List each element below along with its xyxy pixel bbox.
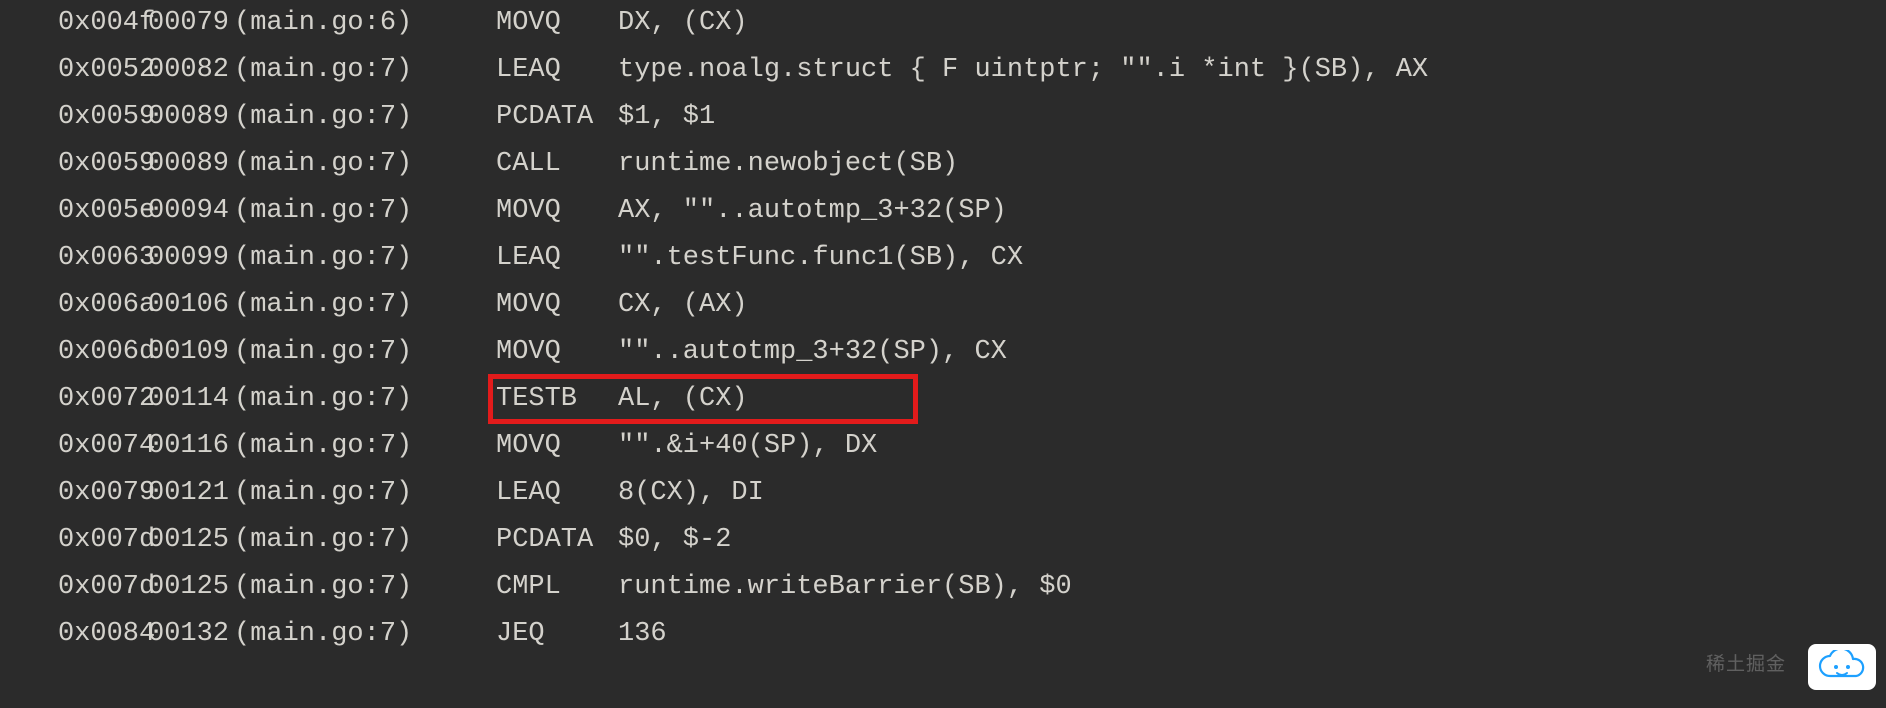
- addr: 0x007d: [58, 517, 148, 564]
- offset: 00121: [148, 470, 234, 517]
- operands: CX, (AX): [618, 282, 748, 329]
- asm-line: 0x008400132(main.go:7)JEQ136: [58, 611, 1886, 658]
- opcode: MOVQ: [496, 0, 618, 47]
- source-ref: (main.go:7): [234, 47, 496, 94]
- offset: 00094: [148, 188, 234, 235]
- source-ref: (main.go:7): [234, 329, 496, 376]
- asm-line: 0x004f00079(main.go:6)MOVQDX, (CX): [58, 0, 1886, 47]
- operands: type.noalg.struct { F uintptr; "".i *int…: [618, 47, 1428, 94]
- source-ref: (main.go:7): [234, 423, 496, 470]
- offset: 00109: [148, 329, 234, 376]
- opcode: MOVQ: [496, 423, 618, 470]
- cloud-icon: [1815, 650, 1869, 684]
- source-ref: (main.go:6): [234, 0, 496, 47]
- opcode: MOVQ: [496, 282, 618, 329]
- opcode: MOVQ: [496, 329, 618, 376]
- operands: DX, (CX): [618, 0, 748, 47]
- opcode: LEAQ: [496, 470, 618, 517]
- operands: runtime.newobject(SB): [618, 141, 958, 188]
- operands: "".testFunc.func1(SB), CX: [618, 235, 1023, 282]
- opcode: LEAQ: [496, 235, 618, 282]
- opcode: CMPL: [496, 564, 618, 611]
- addr: 0x006d: [58, 329, 148, 376]
- asm-line: 0x005900089(main.go:7)CALLruntime.newobj…: [58, 141, 1886, 188]
- asm-line: 0x007d00125(main.go:7)CMPLruntime.writeB…: [58, 564, 1886, 611]
- offset: 00116: [148, 423, 234, 470]
- source-ref: (main.go:7): [234, 188, 496, 235]
- offset: 00114: [148, 376, 234, 423]
- operands: $0, $-2: [618, 517, 731, 564]
- offset: 00079: [148, 0, 234, 47]
- addr: 0x005e: [58, 188, 148, 235]
- addr: 0x0059: [58, 141, 148, 188]
- addr: 0x0059: [58, 94, 148, 141]
- asm-line: 0x007900121(main.go:7)LEAQ8(CX), DI: [58, 470, 1886, 517]
- operands: "".&i+40(SP), DX: [618, 423, 877, 470]
- source-ref: (main.go:7): [234, 376, 496, 423]
- operands: ""..autotmp_3+32(SP), CX: [618, 329, 1007, 376]
- assembly-listing: 0x004f00079(main.go:6)MOVQDX, (CX)0x0052…: [0, 0, 1886, 708]
- asm-line: 0x006d00109(main.go:7)MOVQ""..autotmp_3+…: [58, 329, 1886, 376]
- source-ref: (main.go:7): [234, 141, 496, 188]
- asm-line: 0x006300099(main.go:7)LEAQ"".testFunc.fu…: [58, 235, 1886, 282]
- watermark-juejin: 稀土掘金: [1706, 649, 1786, 676]
- source-ref: (main.go:7): [234, 94, 496, 141]
- asm-line: 0x005e00094(main.go:7)MOVQAX, ""..autotm…: [58, 188, 1886, 235]
- source-ref: (main.go:7): [234, 282, 496, 329]
- asm-line: 0x007d00125(main.go:7)PCDATA$0, $-2: [58, 517, 1886, 564]
- offset: 00125: [148, 517, 234, 564]
- addr: 0x006a: [58, 282, 148, 329]
- addr: 0x0079: [58, 470, 148, 517]
- opcode: MOVQ: [496, 188, 618, 235]
- opcode: CALL: [496, 141, 618, 188]
- asm-line: 0x007200114(main.go:7)TESTBAL, (CX): [58, 376, 1886, 423]
- opcode: LEAQ: [496, 47, 618, 94]
- operands: AL, (CX): [618, 376, 748, 423]
- offset: 00089: [148, 141, 234, 188]
- offset: 00132: [148, 611, 234, 658]
- asm-line: 0x005200082(main.go:7)LEAQtype.noalg.str…: [58, 47, 1886, 94]
- addr: 0x0074: [58, 423, 148, 470]
- addr: 0x004f: [58, 0, 148, 47]
- offset: 00082: [148, 47, 234, 94]
- addr: 0x0063: [58, 235, 148, 282]
- addr: 0x0084: [58, 611, 148, 658]
- source-ref: (main.go:7): [234, 611, 496, 658]
- operands: $1, $1: [618, 94, 715, 141]
- addr: 0x007d: [58, 564, 148, 611]
- offset: 00089: [148, 94, 234, 141]
- opcode: PCDATA: [496, 517, 618, 564]
- opcode: JEQ: [496, 611, 618, 658]
- offset: 00106: [148, 282, 234, 329]
- opcode: TESTB: [496, 376, 618, 423]
- asm-line: 0x007400116(main.go:7)MOVQ"".&i+40(SP), …: [58, 423, 1886, 470]
- offset: 00099: [148, 235, 234, 282]
- watermark-yisuyun-logo: [1808, 644, 1876, 690]
- source-ref: (main.go:7): [234, 564, 496, 611]
- asm-line: 0x005900089(main.go:7)PCDATA$1, $1: [58, 94, 1886, 141]
- offset: 00125: [148, 564, 234, 611]
- operands: runtime.writeBarrier(SB), $0: [618, 564, 1072, 611]
- opcode: PCDATA: [496, 94, 618, 141]
- asm-line: 0x006a00106(main.go:7)MOVQCX, (AX): [58, 282, 1886, 329]
- source-ref: (main.go:7): [234, 517, 496, 564]
- source-ref: (main.go:7): [234, 235, 496, 282]
- operands: AX, ""..autotmp_3+32(SP): [618, 188, 1007, 235]
- addr: 0x0072: [58, 376, 148, 423]
- addr: 0x0052: [58, 47, 148, 94]
- operands: 136: [618, 611, 667, 658]
- operands: 8(CX), DI: [618, 470, 764, 517]
- source-ref: (main.go:7): [234, 470, 496, 517]
